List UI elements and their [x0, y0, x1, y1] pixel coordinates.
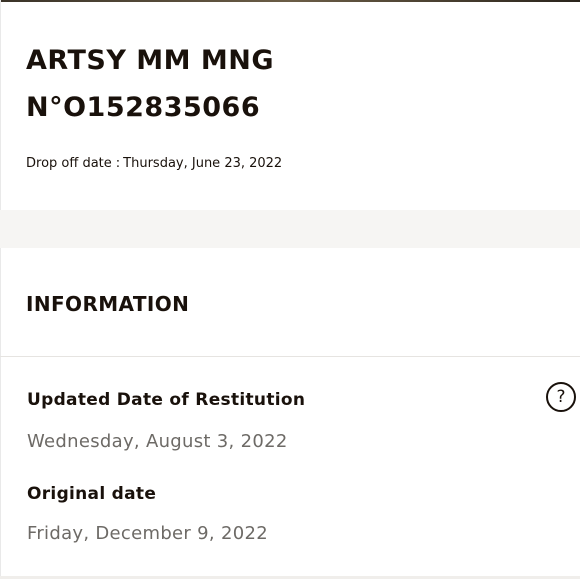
order-number: N°O152835066 — [26, 92, 261, 123]
dropoff-date-separator: : — [115, 156, 121, 171]
help-button[interactable]: ? — [546, 382, 576, 412]
restitution-details: Updated Date of Restitution Wednesday, A… — [0, 357, 580, 579]
dropoff-date-label: Drop off date — [26, 156, 112, 171]
original-date-value: Friday, December 9, 2022 — [27, 523, 268, 544]
repair-detail-page: ARTSY MM MNG N°O152835066 Drop off date:… — [0, 0, 580, 579]
updated-restitution-value: Wednesday, August 3, 2022 — [27, 431, 288, 452]
information-title: INFORMATION — [26, 292, 190, 316]
order-header: ARTSY MM MNG N°O152835066 Drop off date:… — [0, 2, 580, 210]
section-spacer — [0, 210, 580, 248]
product-name: ARTSY MM MNG — [26, 45, 275, 76]
information-header: INFORMATION — [0, 248, 580, 357]
question-circle-icon: ? — [556, 386, 566, 407]
updated-restitution-label: Updated Date of Restitution — [27, 390, 306, 410]
original-date-label: Original date — [27, 484, 157, 504]
dropoff-date-value: Thursday, June 23, 2022 — [123, 156, 283, 171]
dropoff-date-row: Drop off date: Thursday, June 23, 2022 — [26, 155, 282, 173]
